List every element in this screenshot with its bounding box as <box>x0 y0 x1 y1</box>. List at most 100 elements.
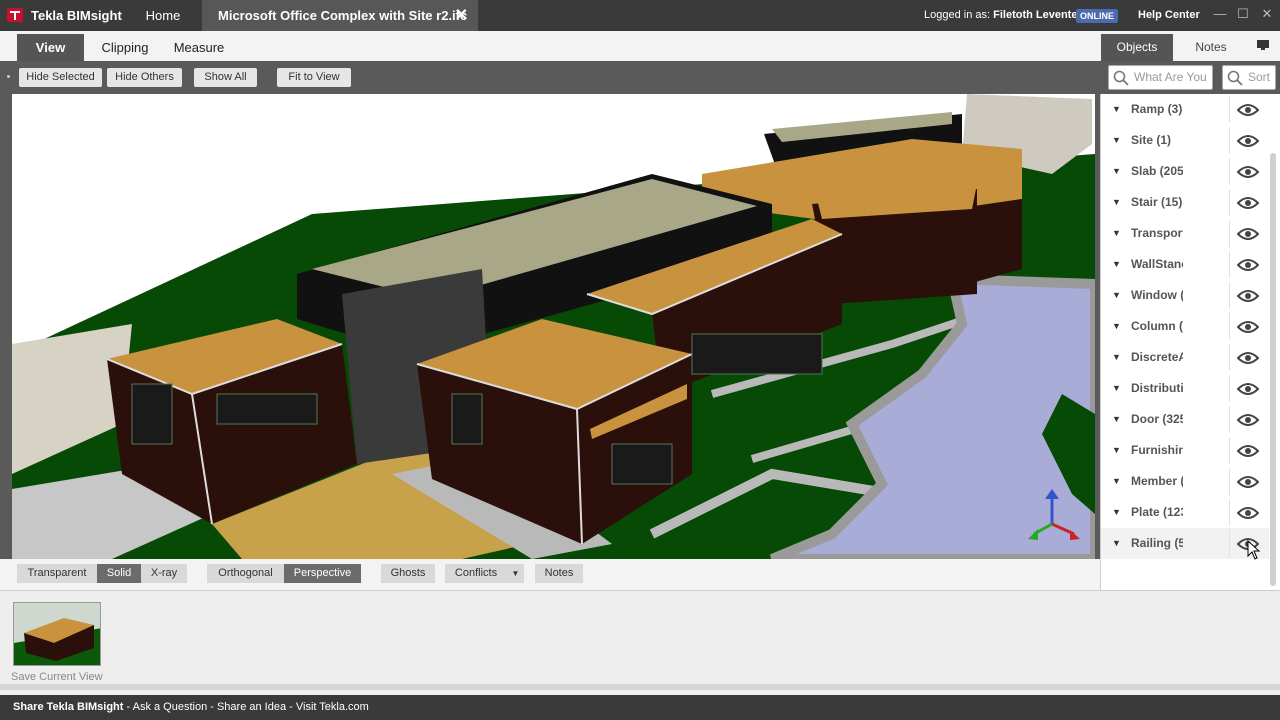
eye-icon[interactable] <box>1237 351 1259 365</box>
expand-triangle-icon[interactable]: ▼ <box>1112 290 1121 300</box>
eye-icon[interactable] <box>1237 382 1259 396</box>
list-item[interactable]: ▼ Ramp (3) <box>1101 94 1269 125</box>
expand-triangle-icon[interactable]: ▼ <box>1112 135 1121 145</box>
online-status-badge: ONLINE <box>1076 9 1119 23</box>
row-divider <box>1229 313 1230 340</box>
row-divider <box>1229 158 1230 185</box>
eye-icon[interactable] <box>1237 196 1259 210</box>
eye-icon[interactable] <box>1237 320 1259 334</box>
list-item[interactable]: ▼ Stair (15) <box>1101 187 1269 218</box>
list-item[interactable]: ▼ Railing (5 <box>1101 528 1269 559</box>
list-item[interactable]: ▼ Column (1 <box>1101 311 1269 342</box>
expand-triangle-icon[interactable]: ▼ <box>1112 352 1121 362</box>
sort-placeholder: Sort <box>1248 70 1271 84</box>
row-divider <box>1229 344 1230 371</box>
tab-objects[interactable]: Objects <box>1101 34 1173 61</box>
sort-input[interactable]: Sort <box>1222 65 1276 90</box>
toolbar-grip-icon <box>7 75 10 78</box>
show-all-button[interactable]: Show All <box>194 68 257 87</box>
chevron-down-icon: ▼ <box>511 569 520 578</box>
eye-icon[interactable] <box>1237 227 1259 241</box>
row-divider <box>1229 127 1230 154</box>
expand-triangle-icon[interactable]: ▼ <box>1112 507 1121 517</box>
sort-search-icon <box>1227 70 1243 86</box>
expand-triangle-icon[interactable]: ▼ <box>1112 538 1121 548</box>
document-tab[interactable]: Microsoft Office Complex with Site r2.if… <box>202 0 478 31</box>
object-type-label: Stair (15) <box>1131 195 1183 209</box>
login-info: Logged in as: Filetoth Levente <box>924 9 1077 21</box>
home-tab[interactable]: Home <box>130 0 196 31</box>
xray-button[interactable]: X-ray <box>141 564 187 583</box>
list-item[interactable]: ▼ Transport <box>1101 218 1269 249</box>
list-item[interactable]: ▼ Furnishin <box>1101 435 1269 466</box>
expand-triangle-icon[interactable]: ▼ <box>1112 414 1121 424</box>
list-item[interactable]: ▼ Window ( <box>1101 280 1269 311</box>
fit-to-view-button[interactable]: Fit to View <box>277 68 351 87</box>
hide-selected-button[interactable]: Hide Selected <box>19 68 102 87</box>
close-window-button[interactable]: ✕ <box>1257 4 1277 24</box>
save-current-view-link[interactable]: Save Current View <box>11 671 103 683</box>
hide-others-button[interactable]: Hide Others <box>107 68 182 87</box>
tab-clipping[interactable]: Clipping <box>92 34 158 61</box>
list-item[interactable]: ▼ Door (325 <box>1101 404 1269 435</box>
list-item[interactable]: ▼ DiscreteA <box>1101 342 1269 373</box>
close-tab-icon[interactable]: ✕ <box>455 0 468 31</box>
minimize-button[interactable]: — <box>1210 4 1230 24</box>
object-type-label: Ramp (3) <box>1131 102 1183 116</box>
help-center-link[interactable]: Help Center <box>1138 9 1200 21</box>
monitor-icon[interactable] <box>1256 39 1270 51</box>
eye-icon[interactable] <box>1237 506 1259 520</box>
tab-measure[interactable]: Measure <box>166 34 232 61</box>
expand-triangle-icon[interactable]: ▼ <box>1112 321 1121 331</box>
perspective-button[interactable]: Perspective <box>284 564 361 583</box>
list-item[interactable]: ▼ WallStanc <box>1101 249 1269 280</box>
ghosts-button[interactable]: Ghosts <box>381 564 435 583</box>
orthogonal-button[interactable]: Orthogonal <box>207 564 284 583</box>
expand-triangle-icon[interactable]: ▼ <box>1112 383 1121 393</box>
list-item[interactable]: ▼ Distributi <box>1101 373 1269 404</box>
expand-triangle-icon[interactable]: ▼ <box>1112 476 1121 486</box>
expand-triangle-icon[interactable]: ▼ <box>1112 259 1121 269</box>
conflicts-button[interactable]: Conflicts <box>445 564 507 583</box>
list-item[interactable]: ▼ Plate (123 <box>1101 497 1269 528</box>
row-divider <box>1229 530 1230 557</box>
row-divider <box>1229 96 1230 123</box>
solid-button[interactable]: Solid <box>97 564 141 583</box>
conflicts-dropdown[interactable]: ▼ <box>507 564 524 583</box>
share-link[interactable]: Share Tekla BIMsight <box>13 701 123 713</box>
user-name[interactable]: Filetoth Levente <box>993 9 1077 21</box>
saved-view-thumbnail[interactable] <box>13 602 101 666</box>
eye-icon[interactable] <box>1237 289 1259 303</box>
expand-triangle-icon[interactable]: ▼ <box>1112 166 1121 176</box>
3d-model-view[interactable] <box>12 94 1095 559</box>
eye-icon[interactable] <box>1237 134 1259 148</box>
status-bar: Share Tekla BIMsight - Ask a Question - … <box>0 695 1280 720</box>
eye-icon[interactable] <box>1237 165 1259 179</box>
eye-icon[interactable] <box>1237 444 1259 458</box>
transparent-button[interactable]: Transparent <box>17 564 97 583</box>
row-divider <box>1229 251 1230 278</box>
tab-notes[interactable]: Notes <box>1180 34 1242 61</box>
objects-scrollbar[interactable] <box>1270 153 1276 586</box>
expand-triangle-icon[interactable]: ▼ <box>1112 197 1121 207</box>
eye-icon[interactable] <box>1237 258 1259 272</box>
expand-triangle-icon[interactable]: ▼ <box>1112 228 1121 238</box>
list-item[interactable]: ▼ Site (1) <box>1101 125 1269 156</box>
expand-triangle-icon[interactable]: ▼ <box>1112 445 1121 455</box>
tab-view[interactable]: View <box>17 34 84 61</box>
views-scrollbar[interactable] <box>0 684 1280 690</box>
list-item[interactable]: ▼ Member ( <box>1101 466 1269 497</box>
expand-triangle-icon[interactable]: ▼ <box>1112 104 1121 114</box>
list-item[interactable]: ▼ Slab (205) <box>1101 156 1269 187</box>
notes-button[interactable]: Notes <box>535 564 583 583</box>
search-placeholder: What Are You <box>1134 70 1207 84</box>
object-search-input[interactable]: What Are You <box>1108 65 1213 90</box>
object-type-label: Member ( <box>1131 474 1183 488</box>
eye-icon[interactable] <box>1237 103 1259 117</box>
eye-icon[interactable] <box>1237 413 1259 427</box>
maximize-button[interactable]: ☐ <box>1233 4 1253 24</box>
building-model-render[interactable] <box>12 94 1095 559</box>
object-type-label: Transport <box>1131 226 1183 240</box>
community-links[interactable]: - Ask a Question - Share an Idea - Visit… <box>123 701 368 713</box>
eye-icon[interactable] <box>1237 475 1259 489</box>
